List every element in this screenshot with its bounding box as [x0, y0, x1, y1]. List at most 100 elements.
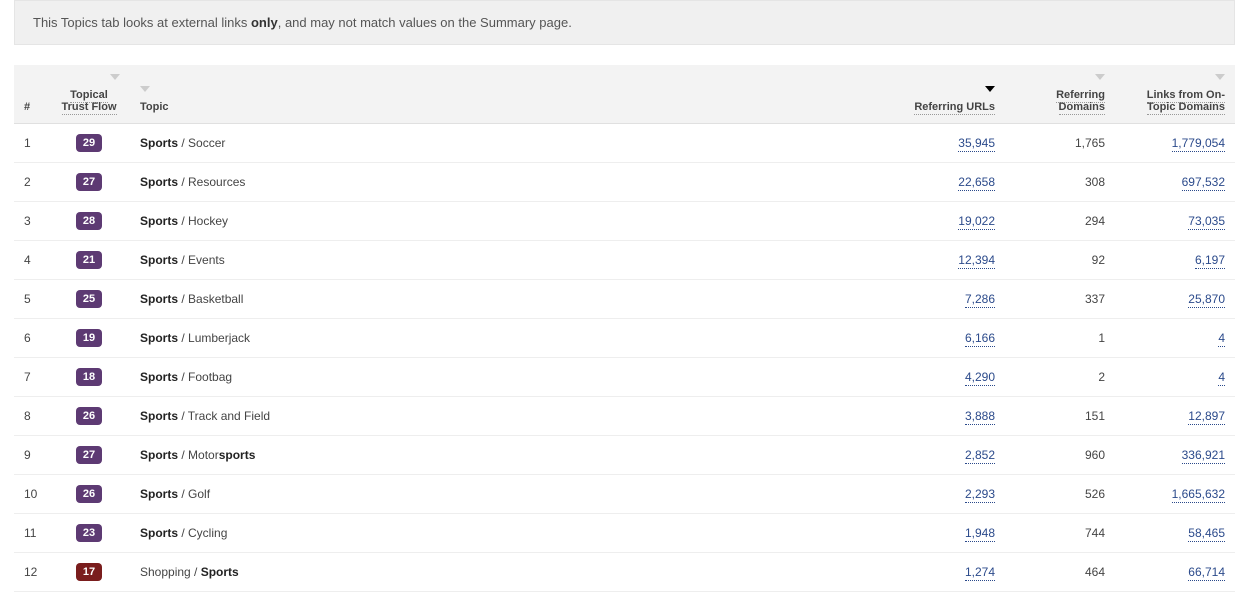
- row-topic[interactable]: Sports / Track and Field: [130, 397, 895, 436]
- links-ontopic-link[interactable]: 4: [1218, 331, 1225, 347]
- row-ref-urls: 12,394: [895, 241, 1005, 280]
- links-ontopic-link[interactable]: 1,779,054: [1172, 136, 1225, 152]
- row-ttf: 29: [48, 124, 130, 163]
- ref-urls-link[interactable]: 1,948: [965, 526, 995, 542]
- row-links-ontopic: 58,465: [1115, 514, 1235, 553]
- row-ref-domains: 744: [1005, 514, 1115, 553]
- topics-table: # Topical Trust Flow Topic Referring URL…: [14, 65, 1235, 592]
- ttf-badge: 23: [76, 524, 102, 542]
- row-ttf: 19: [48, 319, 130, 358]
- row-topic[interactable]: Sports / Resources: [130, 163, 895, 202]
- table-row: 421Sports / Events12,394926,197: [14, 241, 1235, 280]
- row-topic[interactable]: Sports / Lumberjack: [130, 319, 895, 358]
- col-header-topic[interactable]: Topic: [130, 65, 895, 124]
- sort-caret-active-icon: [985, 86, 995, 92]
- links-ontopic-link[interactable]: 66,714: [1188, 565, 1225, 581]
- col-header-ttf[interactable]: Topical Trust Flow: [48, 65, 130, 124]
- ttf-badge: 26: [76, 407, 102, 425]
- row-ref-urls: 4,290: [895, 358, 1005, 397]
- table-row: 619Sports / Lumberjack 6,166 1 4: [14, 319, 1235, 358]
- row-index: 6: [14, 319, 48, 358]
- row-links-ontopic: 73,035: [1115, 202, 1235, 241]
- row-index: 7: [14, 358, 48, 397]
- links-ontopic-link[interactable]: 697,532: [1182, 175, 1225, 191]
- table-row: 129Sports / Soccer35,9451,7651,779,054: [14, 124, 1235, 163]
- links-ontopic-link[interactable]: 6,197: [1195, 253, 1225, 269]
- sort-caret-icon: [1095, 74, 1105, 80]
- table-header-row: # Topical Trust Flow Topic Referring URL…: [14, 65, 1235, 124]
- row-ttf: 26: [48, 397, 130, 436]
- row-index: 5: [14, 280, 48, 319]
- ref-urls-link[interactable]: 1,274: [965, 565, 995, 581]
- col-header-ref-domains[interactable]: Referring Domains: [1005, 65, 1115, 124]
- ttf-badge: 28: [76, 212, 102, 230]
- row-topic[interactable]: Sports / Cycling: [130, 514, 895, 553]
- ref-urls-link[interactable]: 2,293: [965, 487, 995, 503]
- row-ref-domains: 92: [1005, 241, 1115, 280]
- row-ttf: 26: [48, 475, 130, 514]
- row-links-ontopic: 4: [1115, 358, 1235, 397]
- row-index: 3: [14, 202, 48, 241]
- links-ontopic-link[interactable]: 4: [1218, 370, 1225, 386]
- links-ontopic-link[interactable]: 73,035: [1188, 214, 1225, 230]
- row-ttf: 28: [48, 202, 130, 241]
- row-index: 11: [14, 514, 48, 553]
- links-ontopic-link[interactable]: 58,465: [1188, 526, 1225, 542]
- col-header-ref-urls[interactable]: Referring URLs: [895, 65, 1005, 124]
- row-ref-domains: 337: [1005, 280, 1115, 319]
- ref-urls-link[interactable]: 6,166: [965, 331, 995, 347]
- row-topic[interactable]: Sports / Basketball: [130, 280, 895, 319]
- ref-urls-link[interactable]: 2,852: [965, 448, 995, 464]
- links-ontopic-link[interactable]: 1,665,632: [1172, 487, 1225, 503]
- row-ref-domains: 464: [1005, 553, 1115, 592]
- table-row: 11 23 Sports / Cycling 1,948 744 58,465: [14, 514, 1235, 553]
- links-ontopic-link[interactable]: 12,897: [1188, 409, 1225, 425]
- col-header-index[interactable]: #: [14, 65, 48, 124]
- col-header-links-ontopic[interactable]: Links from On-Topic Domains: [1115, 65, 1235, 124]
- ref-urls-link[interactable]: 7,286: [965, 292, 995, 308]
- row-ttf: 27: [48, 436, 130, 475]
- row-ref-urls: 2,293: [895, 475, 1005, 514]
- row-ttf: 23: [48, 514, 130, 553]
- table-row: 718Sports / Footbag4,29024: [14, 358, 1235, 397]
- ref-urls-link[interactable]: 12,394: [958, 253, 995, 269]
- table-row: 328Sports / Hockey19,02229473,035: [14, 202, 1235, 241]
- table-row: 1026Sports / Golf2,2935261,665,632: [14, 475, 1235, 514]
- row-topic[interactable]: Sports / Events: [130, 241, 895, 280]
- col-header-ref-urls-label: Referring URLs: [914, 101, 995, 115]
- links-ontopic-link[interactable]: 25,870: [1188, 292, 1225, 308]
- ref-urls-link[interactable]: 35,945: [958, 136, 995, 152]
- row-topic[interactable]: Sports / Motorsports: [130, 436, 895, 475]
- row-index: 9: [14, 436, 48, 475]
- ref-urls-link[interactable]: 22,658: [958, 175, 995, 191]
- table-row: 5 25 Sports / Basketball 7,286 337 25,870: [14, 280, 1235, 319]
- ref-urls-link[interactable]: 3,888: [965, 409, 995, 425]
- row-ttf: 25: [48, 280, 130, 319]
- row-index: 8: [14, 397, 48, 436]
- row-links-ontopic: 66,714: [1115, 553, 1235, 592]
- row-topic[interactable]: Shopping / Sports: [130, 553, 895, 592]
- row-topic[interactable]: Sports / Golf: [130, 475, 895, 514]
- row-topic[interactable]: Sports / Hockey: [130, 202, 895, 241]
- links-ontopic-link[interactable]: 336,921: [1182, 448, 1225, 464]
- ttf-badge: 25: [76, 290, 102, 308]
- row-ref-urls: 19,022: [895, 202, 1005, 241]
- table-row: 927Sports / Motorsports2,852960336,921: [14, 436, 1235, 475]
- col-header-ttf-label: Topical Trust Flow: [62, 89, 117, 115]
- ref-urls-link[interactable]: 19,022: [958, 214, 995, 230]
- table-row: 1217Shopping / Sports1,27446466,714: [14, 553, 1235, 592]
- col-header-topic-label: Topic: [140, 101, 169, 113]
- row-ref-urls: 35,945: [895, 124, 1005, 163]
- row-links-ontopic: 336,921: [1115, 436, 1235, 475]
- row-ref-domains: 1: [1005, 319, 1115, 358]
- row-ref-domains: 1,765: [1005, 124, 1115, 163]
- info-text-bold: only: [251, 15, 278, 30]
- row-topic[interactable]: Sports / Soccer: [130, 124, 895, 163]
- sort-caret-icon: [110, 74, 120, 80]
- row-links-ontopic: 12,897: [1115, 397, 1235, 436]
- ref-urls-link[interactable]: 4,290: [965, 370, 995, 386]
- row-links-ontopic: 1,779,054: [1115, 124, 1235, 163]
- ttf-badge: 18: [76, 368, 102, 386]
- row-topic[interactable]: Sports / Footbag: [130, 358, 895, 397]
- row-ref-urls: 1,948: [895, 514, 1005, 553]
